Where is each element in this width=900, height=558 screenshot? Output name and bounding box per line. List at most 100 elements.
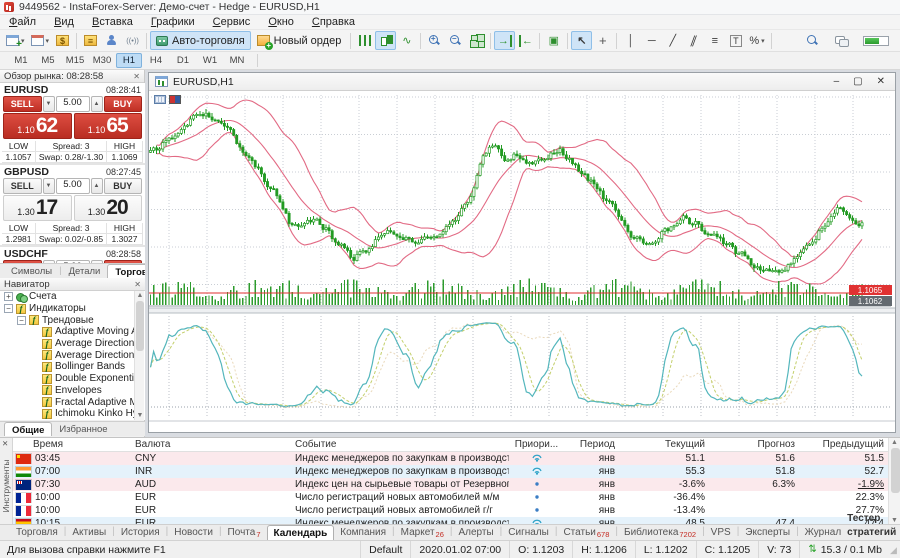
buy-button[interactable]: BUY: [104, 178, 143, 194]
menu-item-справка[interactable]: Справка: [303, 15, 364, 30]
volume-field[interactable]: 5.00: [56, 96, 90, 112]
volume-decrease-icon[interactable]: ▼: [43, 96, 55, 112]
scroll-up-icon[interactable]: ▲: [889, 439, 900, 446]
symbol-name-row[interactable]: EURUSD08:28:41: [2, 83, 143, 95]
bottom-tab-статьи[interactable]: Статьи678: [557, 525, 615, 540]
new-chart-icon[interactable]: ▾: [3, 31, 28, 50]
column-header-5[interactable]: Текущий: [619, 439, 709, 450]
channel-icon[interactable]: ∥: [683, 31, 704, 50]
column-header-3[interactable]: Приори...: [509, 439, 564, 450]
chart-indicator-badge-icon[interactable]: [154, 95, 166, 104]
sell-button[interactable]: SELL: [3, 96, 42, 112]
bottom-tab-журнал[interactable]: Журнал: [799, 525, 848, 540]
toolbox-close-icon[interactable]: ✕: [2, 439, 8, 448]
bid-price-box[interactable]: 1.1062: [3, 113, 72, 139]
timeframe-h1[interactable]: H1: [116, 53, 142, 68]
symbol-block-usdchf[interactable]: USDCHF08:28:58SELL▼5.00▲BUY: [0, 247, 145, 263]
chart-window-titlebar[interactable]: EURUSD,H1 – ▢ ✕: [149, 73, 895, 91]
vertical-line-icon[interactable]: │: [620, 31, 641, 50]
new-order-button[interactable]: Новый ордер: [251, 31, 348, 50]
bottom-tab-маркет[interactable]: Маркет26: [395, 525, 450, 540]
market-window-icon[interactable]: $: [52, 31, 73, 50]
timeframe-w1[interactable]: W1: [197, 53, 223, 68]
tree-item-envelopes[interactable]: fEnvelopes: [0, 385, 145, 397]
bottom-tab-активы[interactable]: Активы: [66, 525, 112, 540]
volume-decrease-icon[interactable]: ▼: [43, 178, 55, 194]
search-icon[interactable]: [802, 31, 823, 50]
algo-trading-icon[interactable]: [101, 31, 122, 50]
resize-grip[interactable]: ◢: [890, 541, 900, 558]
templates-icon[interactable]: ▣: [543, 31, 564, 50]
menu-item-вставка[interactable]: Вставка: [83, 15, 142, 30]
symbol-name-row[interactable]: USDCHF08:28:58: [2, 247, 143, 259]
timeframe-h4[interactable]: H4: [143, 53, 169, 68]
bottom-tab-библиотека[interactable]: Библиотека7202: [618, 525, 702, 540]
column-header-6[interactable]: Прогноз: [709, 439, 799, 450]
tree-item-adaptive-moving-av[interactable]: fAdaptive Moving Av: [0, 326, 145, 338]
timeframe-mn[interactable]: MN: [224, 53, 250, 68]
menu-item-сервис[interactable]: Сервис: [204, 15, 260, 30]
ask-price-box[interactable]: 1.1065: [74, 113, 143, 139]
scroll-thumb[interactable]: [136, 301, 144, 351]
crosshair-icon[interactable]: +: [592, 31, 613, 50]
symbol-block-gbpusd[interactable]: GBPUSD08:27:45SELL▼5.00▲BUY1.30171.3020L…: [0, 165, 145, 247]
window-titlebar[interactable]: 9449562 - InstaForex-Server: Демо-счет -…: [0, 0, 900, 15]
fibonacci-icon[interactable]: ≡: [704, 31, 725, 50]
tab-Общие[interactable]: Общие: [4, 422, 52, 436]
scroll-thumb[interactable]: [891, 448, 900, 493]
chart-maximize-icon[interactable]: ▢: [853, 76, 862, 87]
connection-meter[interactable]: [860, 31, 892, 50]
calendar-row[interactable]: 10:00EURЧисло регистраций новых автомоби…: [13, 504, 888, 517]
bottom-tab-история[interactable]: История: [115, 525, 166, 540]
column-header-1[interactable]: Валюта: [131, 439, 291, 450]
chart-shift-icon[interactable]: ←: [515, 31, 536, 50]
metaeditor-icon[interactable]: ≡: [80, 31, 101, 50]
bars-icon[interactable]: [354, 31, 375, 50]
menu-item-окно[interactable]: Окно: [259, 15, 303, 30]
autoscroll-icon[interactable]: →: [494, 31, 515, 50]
bottom-tab-компания[interactable]: Компания: [334, 525, 392, 540]
market-watch-close-icon[interactable]: ✕: [133, 72, 140, 81]
cursor-icon[interactable]: ↖: [571, 31, 592, 50]
signals-icon[interactable]: ((•)): [122, 31, 143, 50]
bottom-tab-календарь[interactable]: Календарь: [267, 525, 335, 540]
column-header-4[interactable]: Период: [564, 439, 619, 450]
bottom-tab-vps[interactable]: VPS: [705, 525, 737, 540]
chart-symbol-badge-icon[interactable]: [169, 95, 181, 104]
zoom-in-icon[interactable]: +: [424, 31, 445, 50]
tab-Символы[interactable]: Символы: [4, 264, 59, 278]
status-profile[interactable]: Default: [360, 541, 410, 558]
collapse-icon[interactable]: −: [17, 316, 26, 325]
candles-icon[interactable]: [375, 31, 396, 50]
tree-item-счета[interactable]: +Счета: [0, 291, 145, 303]
column-header-7[interactable]: Предыдущий: [799, 439, 888, 450]
chat-icon[interactable]: [831, 31, 852, 50]
arrows-icon[interactable]: %▾: [746, 31, 767, 50]
timeframe-m1[interactable]: M1: [8, 53, 34, 68]
text-tool-icon[interactable]: T: [725, 31, 746, 50]
bottom-tab-эксперты[interactable]: Эксперты: [739, 525, 796, 540]
trendline-icon[interactable]: ╱: [662, 31, 683, 50]
chart-window[interactable]: EURUSD,H1 – ▢ ✕ 1.10651.1062: [148, 72, 896, 433]
symbol-block-eurusd[interactable]: EURUSD08:28:41SELL▼5.00▲BUY1.10621.1065L…: [0, 83, 145, 165]
ask-price-box[interactable]: 1.3020: [74, 195, 143, 221]
volume-increase-icon[interactable]: ▲: [91, 178, 103, 194]
column-header-2[interactable]: Событие: [291, 439, 509, 450]
volume-increase-icon[interactable]: ▲: [91, 96, 103, 112]
timeframe-m15[interactable]: M15: [62, 53, 88, 68]
expand-icon[interactable]: +: [4, 292, 13, 301]
buy-button[interactable]: BUY: [104, 96, 143, 112]
bottom-tab-торговля[interactable]: Торговля: [10, 525, 64, 540]
chart-close-icon[interactable]: ✕: [877, 76, 885, 87]
tile-windows-icon[interactable]: [466, 31, 487, 50]
menu-item-графики[interactable]: Графики: [142, 15, 204, 30]
symbol-name-row[interactable]: GBPUSD08:27:45: [2, 165, 143, 177]
chart-minimize-icon[interactable]: –: [834, 76, 840, 87]
timeframe-d1[interactable]: D1: [170, 53, 196, 68]
bid-price-box[interactable]: 1.3017: [3, 195, 72, 221]
calendar-row[interactable]: 10:00EURЧисло регистраций новых автомоби…: [13, 491, 888, 504]
chart-canvas[interactable]: 1.10651.1062: [149, 91, 895, 432]
tab-Детали[interactable]: Детали: [62, 264, 108, 278]
collapse-icon[interactable]: −: [4, 304, 13, 313]
line-chart-icon[interactable]: ∿: [396, 31, 417, 50]
